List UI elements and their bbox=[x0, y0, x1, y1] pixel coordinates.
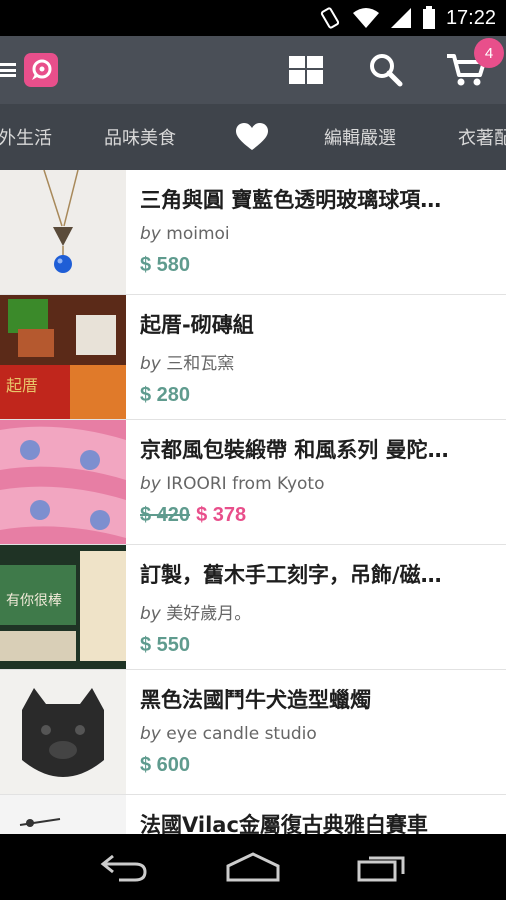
wifi-icon bbox=[352, 8, 379, 28]
product-price: $ 600 bbox=[140, 754, 191, 776]
list-item[interactable]: 黑色法國鬥牛犬造型蠟燭 by eye candle studio $ 600 bbox=[0, 670, 506, 795]
search-icon bbox=[370, 54, 403, 87]
app-logo[interactable] bbox=[24, 53, 58, 87]
home-icon[interactable] bbox=[226, 852, 280, 882]
product-title: 訂製，舊木手工刻字，吊飾/磁… bbox=[140, 563, 442, 587]
product-image bbox=[0, 795, 126, 834]
category-tabs: 外生活 品味美食 編輯嚴選 衣著配 bbox=[0, 104, 506, 170]
tab-clothing[interactable]: 衣著配 bbox=[458, 104, 506, 170]
grid-view-button[interactable] bbox=[266, 36, 346, 104]
product-image: 起厝 bbox=[0, 295, 126, 419]
product-price: $ 420 $ 378 bbox=[140, 504, 506, 527]
tab-editors-pick[interactable]: 編輯嚴選 bbox=[324, 104, 396, 170]
signal-icon bbox=[390, 8, 411, 28]
status-bar: 17:22 bbox=[0, 0, 506, 36]
tab-outdoor-life[interactable]: 外生活 bbox=[0, 104, 52, 170]
logo-icon bbox=[32, 59, 52, 80]
product-old-price: $ 420 bbox=[140, 504, 191, 526]
grid-icon bbox=[289, 56, 323, 84]
product-list: 三角與圓 寶藍色透明玻璃球項… by moimoi $ 580 起厝 起厝-砌磚… bbox=[0, 170, 506, 834]
battery-icon bbox=[422, 6, 435, 29]
back-icon[interactable] bbox=[99, 852, 149, 882]
vibrate-icon bbox=[320, 7, 340, 29]
list-item[interactable]: 有你很棒 訂製，舊木手工刻字，吊飾/磁… by 美好歲月。 $ 550 bbox=[0, 545, 506, 670]
product-image bbox=[0, 170, 126, 294]
product-seller: by IROORI from Kyoto bbox=[140, 474, 325, 494]
product-image bbox=[0, 670, 126, 794]
list-item[interactable]: 京都風包裝緞帶 和風系列 曼陀… by IROORI from Kyoto $ … bbox=[0, 420, 506, 545]
product-image: 有你很棒 bbox=[0, 545, 126, 669]
product-title: 法國Vilac金屬復古典雅白賽車 bbox=[140, 813, 428, 834]
product-price: $ 550 bbox=[140, 634, 191, 656]
list-item[interactable]: 法國Vilac金屬復古典雅白賽車 bbox=[0, 795, 506, 834]
product-seller: by eye candle studio bbox=[140, 724, 317, 744]
product-seller: by 三和瓦窯 bbox=[140, 354, 235, 374]
product-title: 三角與圓 寶藍色透明玻璃球項… bbox=[140, 188, 442, 212]
tab-gourmet[interactable]: 品味美食 bbox=[104, 104, 176, 170]
heart-icon bbox=[236, 123, 268, 150]
product-seller: by moimoi bbox=[140, 224, 230, 244]
product-title: 京都風包裝緞帶 和風系列 曼陀… bbox=[140, 438, 449, 462]
cart-button[interactable]: 4 bbox=[426, 36, 506, 104]
search-button[interactable] bbox=[346, 36, 426, 104]
product-seller: by 美好歲月。 bbox=[140, 604, 252, 624]
product-title: 黑色法國鬥牛犬造型蠟燭 bbox=[140, 688, 371, 712]
product-title: 起厝-砌磚組 bbox=[140, 313, 254, 337]
svg-text:有你很棒: 有你很棒 bbox=[6, 593, 62, 609]
app-bar: 4 bbox=[0, 36, 506, 104]
tab-favorites[interactable] bbox=[236, 104, 268, 170]
product-price: $ 280 bbox=[140, 384, 191, 406]
product-sale-price: $ 378 bbox=[196, 504, 247, 526]
product-image bbox=[0, 420, 126, 544]
list-item[interactable]: 三角與圓 寶藍色透明玻璃球項… by moimoi $ 580 bbox=[0, 170, 506, 295]
product-price: $ 580 bbox=[140, 254, 191, 276]
system-nav-bar bbox=[0, 834, 506, 900]
list-item[interactable]: 起厝 起厝-砌磚組 by 三和瓦窯 $ 280 bbox=[0, 295, 506, 420]
status-time: 17:22 bbox=[445, 6, 496, 29]
menu-icon[interactable] bbox=[0, 61, 16, 79]
recent-apps-icon[interactable] bbox=[357, 852, 407, 882]
cart-count-badge: 4 bbox=[474, 38, 504, 68]
svg-text:起厝: 起厝 bbox=[6, 376, 38, 395]
